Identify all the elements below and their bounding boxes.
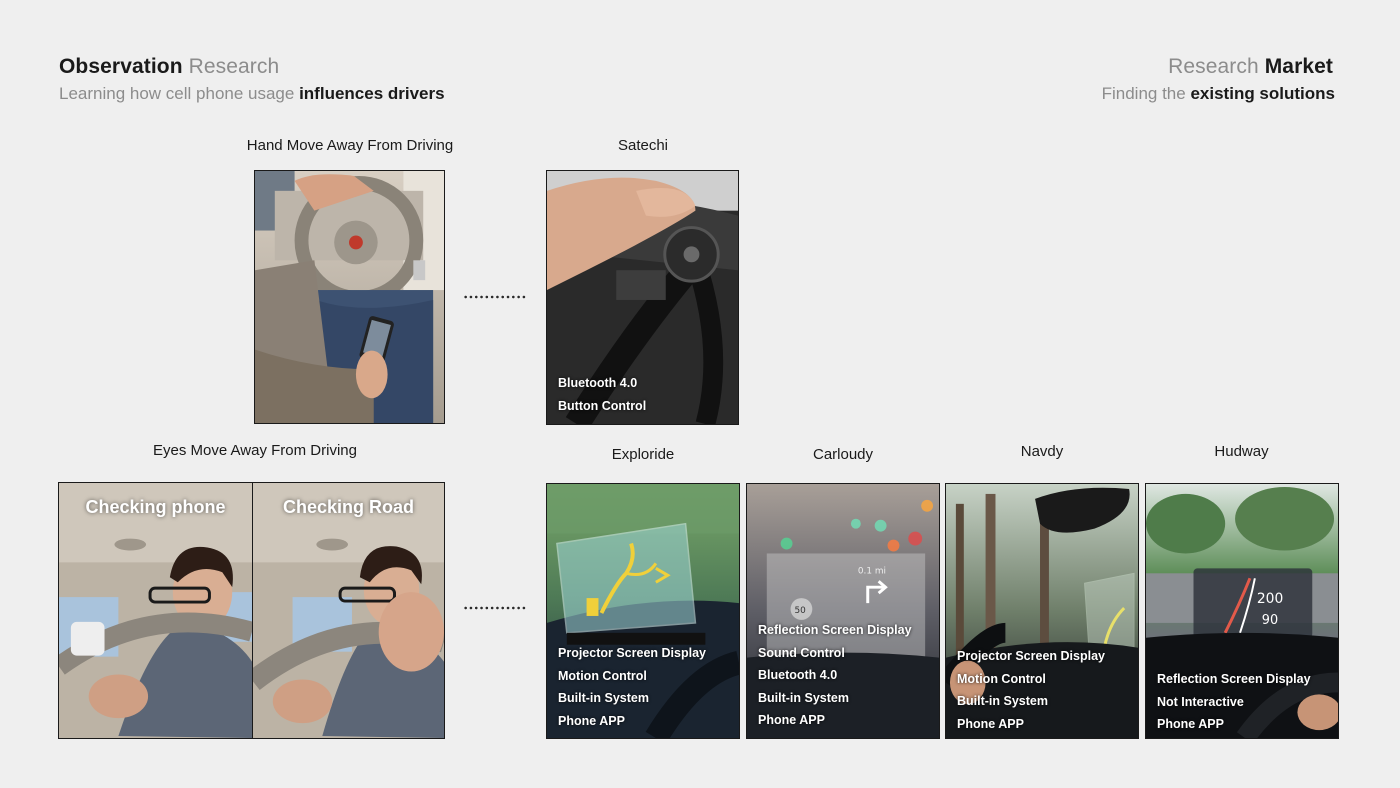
- product-label-hudway: Hudway: [1214, 443, 1269, 460]
- product-card-satechi: Bluetooth 4.0 Button Control: [546, 170, 739, 425]
- feature-line: Sound Control: [758, 645, 845, 660]
- left-header-subtitle: Learning how cell phone usage influences…: [59, 84, 445, 104]
- product-label-exploride: Exploride: [611, 446, 675, 463]
- left-title-light: Research: [188, 55, 280, 78]
- feature-line: Motion Control: [957, 671, 1046, 686]
- feature-line: Bluetooth 4.0: [758, 668, 838, 682]
- feature-line: Not Interactive: [1157, 694, 1244, 709]
- right-header-subtitle: Finding the existing solutions: [1102, 84, 1335, 104]
- feature-line: Motion Control: [558, 668, 647, 683]
- eyes-photo-checking-phone: Checking phone: [58, 482, 253, 739]
- hudway-top-readout: 200: [1257, 591, 1283, 607]
- feature-line: Projector Screen Display: [957, 649, 1105, 663]
- feature-line: Projector Screen Display: [558, 646, 706, 660]
- checking-phone-caption: Checking phone: [85, 497, 226, 517]
- feature-line: Phone APP: [957, 716, 1024, 731]
- right-subtitle-light: Finding the: [1101, 84, 1186, 103]
- feature-line: Reflection Screen Display: [1157, 672, 1311, 686]
- eyes-photo-checking-road: Checking Road: [252, 482, 445, 739]
- product-card-carloudy: 0.1 mi 50 Reflection Screen Display Soun…: [746, 483, 940, 739]
- left-header-title: Observation Research: [59, 55, 279, 79]
- feature-line: Built-in System: [558, 691, 649, 705]
- product-card-hudway: 200 90 Reflection Screen Display Not Int…: [1145, 483, 1339, 739]
- carloudy-features: Reflection Screen Display Sound Control …: [758, 619, 912, 732]
- eyes-observation-label: Eyes Move Away From Driving: [153, 442, 357, 459]
- navdy-features: Projector Screen Display Motion Control …: [957, 645, 1105, 735]
- right-header-title: Research Market: [1168, 55, 1333, 79]
- hand-observation-label: Hand Move Away From Driving: [246, 137, 454, 154]
- dotted-connector-top: [463, 295, 527, 299]
- satechi-features: Bluetooth 4.0 Button Control: [558, 372, 646, 417]
- left-title-bold: Observation: [59, 55, 183, 78]
- right-title-bold: Market: [1264, 55, 1333, 78]
- carloudy-speed-readout: 50: [795, 606, 807, 616]
- right-subtitle-bold: existing solutions: [1190, 84, 1335, 103]
- exploride-features: Projector Screen Display Motion Control …: [558, 642, 706, 732]
- feature-line: Phone APP: [758, 713, 825, 727]
- checking-road-illustration: [253, 483, 444, 738]
- feature-line: Bluetooth 4.0: [558, 376, 638, 390]
- feature-line: Phone APP: [558, 713, 625, 728]
- product-label-carloudy: Carloudy: [812, 446, 874, 463]
- left-subtitle-light: Learning how cell phone usage: [59, 84, 295, 103]
- feature-line: Button Control: [558, 398, 647, 413]
- hand-photo-illustration: [255, 171, 444, 423]
- feature-line: Built-in System: [957, 694, 1048, 708]
- right-title-light: Research: [1168, 55, 1259, 78]
- feature-line: Phone APP: [1157, 717, 1224, 731]
- feature-line: Built-in System: [758, 690, 849, 705]
- feature-line: Reflection Screen Display: [758, 623, 912, 637]
- hudway-bottom-readout: 90: [1262, 613, 1278, 628]
- hudway-features: Reflection Screen Display Not Interactiv…: [1157, 668, 1311, 736]
- product-card-navdy: Projector Screen Display Motion Control …: [945, 483, 1139, 739]
- dotted-connector-bottom: [463, 606, 527, 610]
- product-card-exploride: Projector Screen Display Motion Control …: [546, 483, 740, 739]
- product-label-navdy: Navdy: [1020, 443, 1064, 460]
- left-subtitle-bold: influences drivers: [299, 84, 445, 103]
- checking-phone-illustration: [59, 483, 252, 738]
- product-label-satechi: Satechi: [617, 137, 669, 154]
- carloudy-distance-readout: 0.1 mi: [858, 566, 886, 576]
- checking-road-caption: Checking Road: [282, 497, 415, 517]
- hand-observation-photo: [254, 170, 445, 424]
